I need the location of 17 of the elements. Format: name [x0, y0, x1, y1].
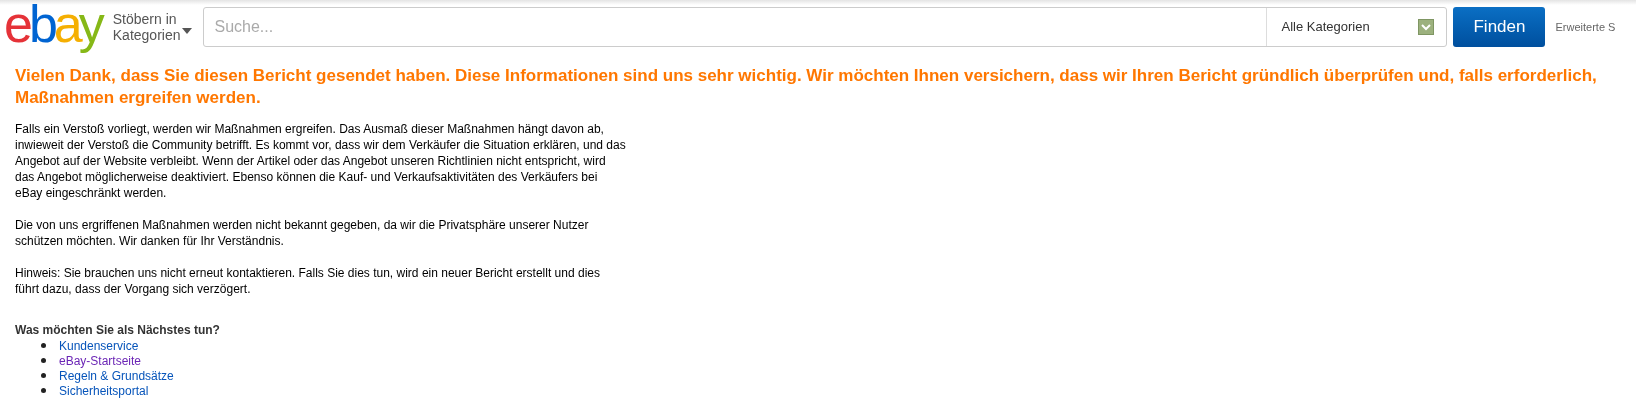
confirmation-heading: Vielen Dank, dass Sie diesen Bericht gesendet haben. Diese Informationen sind uns sehr wichtig. Wir möchten Ihnen versichern, dass wir Ihren Bericht gründlich überprüfen und, falls erforderlich, Maßnahmen ergreifen werden.	[15, 65, 1598, 109]
search-field[interactable]: Suche... Alle Kategorien	[203, 7, 1448, 47]
body-paragraph: Falls ein Verstoß vorliegt, werden wir Maßnahmen ergreifen. Das Ausmaß dieser Maßnahmen hängt davon ab, inwieweit der Verstoß die Community betrifft. Es kommt vor, dass wir dem Verkäufer die Situation erklären, und das Angebot auf der Website verbleibt. Wenn der Artikel oder das Angebot unseren Richtlinien nicht entspricht, wird das Angebot möglicherweise deaktiviert. Ebenso können die Kauf- und Verkaufsaktivitäten des Verkäufers bei eBay eingeschränkt werden.	[15, 121, 627, 201]
bullet-icon	[41, 388, 46, 393]
bullet-icon	[41, 358, 46, 363]
browse-categories-link[interactable]: Kategorien	[112, 27, 181, 43]
body-paragraph: Die von uns ergriffenen Maßnahmen werden nicht bekannt gegeben, da wir die Privatsphäre unserer Nutzer schützen möchten. Wir danken für Ihr Verständnis.	[15, 217, 590, 249]
find-button[interactable]: Finden	[1453, 7, 1546, 47]
caret-icon	[182, 28, 193, 34]
body-paragraph: Hinweis: Sie brauchen uns nicht erneut kontaktieren. Falls Sie dies tun, wird ein neuer Bericht erstellt und dies führt dazu, dass der Vorgang sich verzögert.	[15, 265, 601, 297]
next-steps-title: Was möchten Sie als Nächstes tun?	[15, 322, 221, 338]
bullet-icon	[41, 373, 46, 378]
browse-categories-link[interactable]: Stöbern in	[112, 11, 181, 27]
advanced-search-link[interactable]: Erweiterte S	[1555, 18, 1616, 36]
category-select[interactable]: Alle Kategorien	[1266, 8, 1447, 46]
dropdown-icon	[1418, 19, 1435, 35]
bullet-icon	[41, 343, 46, 348]
